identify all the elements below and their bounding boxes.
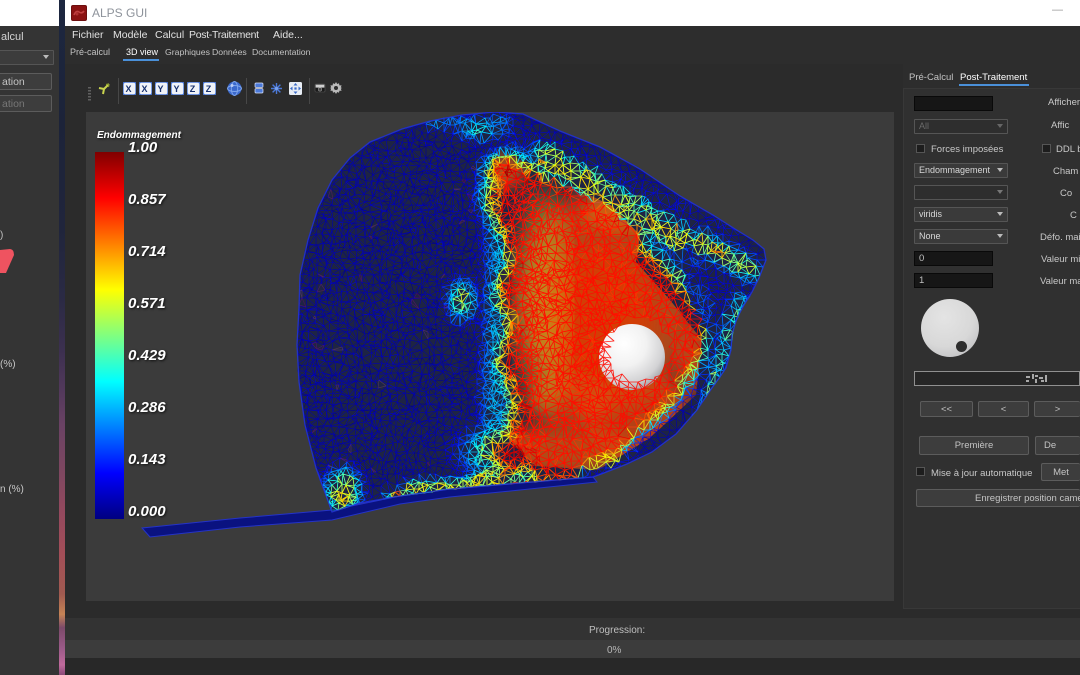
svg-text:Z: Z [206,84,212,94]
svg-text:Y: Y [173,84,179,94]
svg-text:Y: Y [157,84,163,94]
svg-text:X: X [141,84,147,94]
svg-text:X: X [125,84,131,94]
svg-text:Z: Z [190,84,196,94]
